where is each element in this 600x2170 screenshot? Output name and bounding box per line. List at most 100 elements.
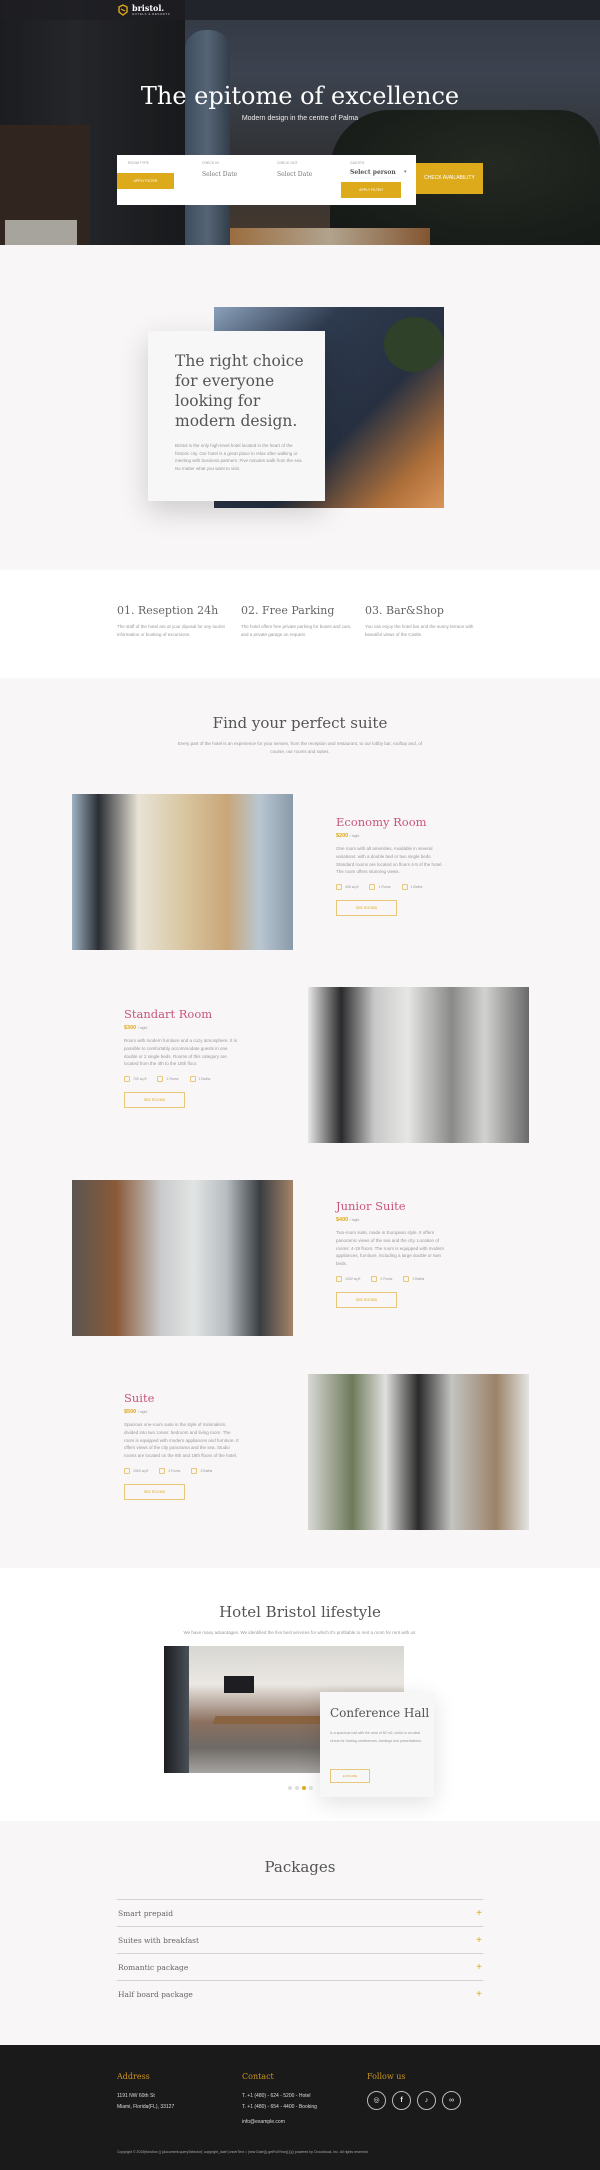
social-links: ◎ f ♪ ∞ (367, 2091, 461, 2110)
see-rooms-button[interactable]: See rooms (336, 1291, 397, 1308)
room-price: $300 / night (124, 1025, 239, 1031)
package-label: Romantic package (118, 1962, 189, 1972)
packages-accordion: Smart prepaid + Suites with breakfast + Ro… (117, 1899, 483, 2007)
room-title[interactable]: Standart Room (124, 1007, 239, 1021)
lifestyle-subtitle: We have many advantages. We identified t… (183, 1630, 417, 1635)
bed-icon (369, 884, 376, 891)
packages-title: Packages (264, 1858, 336, 1876)
room-amenities: 702 sq.ft 1 Roms 1 Baths (124, 1076, 239, 1083)
carousel-dot[interactable] (287, 1786, 292, 1790)
tripadvisor-icon[interactable]: ∞ (442, 2091, 461, 2110)
package-item[interactable]: Romantic package + (117, 1953, 483, 1980)
room-title[interactable]: Economy Room (336, 815, 451, 829)
lifestyle-card-title: Conference Hall (330, 1706, 430, 1720)
junior-suite-image (72, 1180, 293, 1336)
hero-section: bristol. HOTELS & RESORTS The epitome of… (0, 0, 600, 245)
top-navbar: bristol. HOTELS & RESORTS (0, 0, 600, 20)
instagram-icon[interactable]: ◎ (367, 2091, 386, 2110)
image-table (212, 1716, 336, 1724)
price-value: $300 (124, 1025, 137, 1031)
rooms-amenity: 2 Roms (159, 1467, 180, 1474)
see-rooms-button[interactable]: See rooms (124, 1483, 185, 1500)
chevron-down-icon[interactable]: ▾ (404, 169, 407, 175)
room-description: Room with modern furniture and a cozy at… (124, 1038, 238, 1067)
area-amenity: 1500 sq.ft (124, 1467, 149, 1474)
area-value: 405 sq.ft (345, 885, 359, 890)
room-card: Junior Suite $400 / night Two-room suite… (336, 1199, 451, 1308)
footer-contact-title: Contact (242, 2072, 274, 2081)
package-item[interactable]: Smart prepaid + (117, 1899, 483, 1926)
see-rooms-button[interactable]: See rooms (124, 1092, 185, 1109)
room-title[interactable]: Suite (124, 1391, 239, 1405)
hero-subtitle: Modern design in the centre of Palma (241, 115, 359, 122)
carousel-dot-active[interactable] (301, 1786, 306, 1790)
guests-select[interactable]: Select person (350, 169, 396, 176)
room-amenities: 1500 sq.ft 2 Roms 3 Baths (124, 1467, 239, 1474)
about-text: Bristol is the only high-level hotel loc… (175, 443, 303, 471)
plus-icon[interactable]: + (476, 1908, 482, 1919)
area-value: 1500 sq.ft (133, 1468, 149, 1473)
area-icon (124, 1467, 130, 1474)
plus-icon[interactable]: + (476, 1989, 482, 2000)
price-value: $400 (336, 1217, 349, 1223)
price-unit: / night (137, 1026, 148, 1030)
feature-text: The staff of the hotel are at your dipos… (117, 624, 225, 637)
package-item[interactable]: Half board package + (117, 1980, 483, 2007)
plus-icon[interactable]: + (476, 1962, 482, 1973)
room-price: $400 / night (336, 1217, 451, 1223)
package-label: Smart prepaid (118, 1908, 174, 1918)
hotel-phone-link[interactable]: T. +1 (480) - 624 - 5200 - Hotel (242, 2091, 317, 2102)
guests-label: Guests (350, 161, 365, 165)
room-type-apply-button[interactable]: Apply filter (117, 173, 174, 189)
see-rooms-button[interactable]: See rooms (336, 900, 397, 917)
bed-icon (159, 1467, 166, 1474)
feature-item: 02. Free Parking The hotel offers free p… (241, 604, 356, 638)
feature-text: The hotel offers free private parking fo… (241, 624, 352, 637)
room-title[interactable]: Junior Suite (336, 1199, 451, 1213)
about-image-tree (384, 317, 444, 372)
area-icon (336, 1275, 342, 1282)
bed-icon (157, 1076, 164, 1083)
baths-value: 3 Baths (200, 1468, 213, 1473)
package-item[interactable]: Suites with breakfast + (117, 1926, 483, 1953)
carousel-dot[interactable] (294, 1786, 299, 1790)
check-in-field[interactable]: Select Date (202, 171, 237, 178)
feature-text: You can enjoy the hotel bar and the sunn… (365, 624, 474, 637)
check-out-field[interactable]: Select Date (277, 171, 312, 178)
tiktok-icon[interactable]: ♪ (417, 2091, 436, 2110)
logo-tagline: HOTELS & RESORTS (132, 12, 171, 16)
feature-title: 03. Bar&Shop (365, 604, 444, 617)
image-window (164, 1646, 189, 1773)
feature-item: 03. Bar&Shop You can enjoy the hotel bar… (365, 604, 480, 638)
carousel-dot[interactable] (308, 1786, 313, 1790)
footer-contact: Contact T. +1 (480) - 624 - 5200 - Hotel… (242, 2072, 317, 2128)
suites-title: Find your perfect suite (212, 714, 388, 732)
features-section: 01. Reseption 24h The staff of the hotel… (0, 570, 600, 678)
check-in-label: Check in (202, 161, 219, 165)
lifestyle-card: Conference Hall Is a spacious hall with … (320, 1692, 434, 1797)
image-screen (224, 1676, 254, 1693)
address-line: Miami, Florida(FL), 33127 (117, 2104, 175, 2110)
footer: Address 1191 NW 60th St Miami, Florida(F… (0, 2045, 600, 2170)
plus-icon[interactable]: + (476, 1935, 482, 1946)
room-amenities: 1002 sq.ft 2 Roms 2 Baths (336, 1275, 451, 1282)
email-link[interactable]: info@example.com (242, 2117, 317, 2128)
room-amenities: 405 sq.ft 1 Roms 1 Baths (336, 884, 451, 891)
package-label: Suites with breakfast (118, 1935, 200, 1945)
room-price: $200 / night (336, 833, 451, 839)
footer-follow: Follow us ◎ f ♪ ∞ (367, 2072, 461, 2110)
room-card: Standart Room $300 / night Room with mod… (124, 1007, 239, 1109)
check-availability-button[interactable]: Check availability (416, 163, 483, 194)
economy-room-image (72, 794, 293, 950)
facebook-icon[interactable]: f (392, 2091, 411, 2110)
booking-phone-link[interactable]: T. +1 (480) - 654 - 4400 - Booking (242, 2102, 317, 2113)
feature-title: 02. Free Parking (241, 604, 335, 617)
room-type-label: Room type (128, 161, 149, 165)
footer-address-title: Address (117, 2072, 150, 2081)
bath-icon (191, 1467, 198, 1474)
standart-room-image (308, 987, 529, 1143)
explore-button[interactable]: Explore (330, 1769, 370, 1783)
rooms-value: 1 Roms (378, 885, 391, 890)
logo-icon[interactable] (117, 4, 129, 16)
guests-apply-button[interactable]: Apply filter (341, 182, 401, 198)
